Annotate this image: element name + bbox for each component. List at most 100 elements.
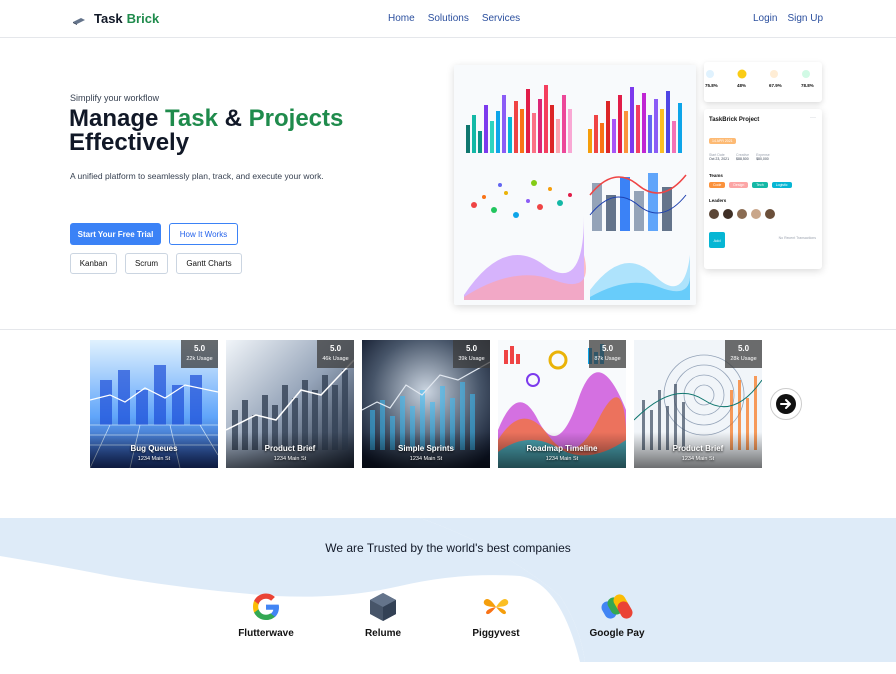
project-detail-card: TaskBrick Project ··· 14 APR 2021 Start … (704, 109, 822, 269)
stat-value-3: 67.9% (769, 83, 782, 88)
auth-links: Login Sign Up (753, 13, 823, 24)
card-title: Roadmap Timeline (526, 444, 598, 453)
leader-avatars (709, 209, 775, 219)
avatar[interactable] (737, 209, 747, 219)
stat-value-2: 48% (737, 83, 747, 88)
usage-count: 39k Usage (458, 356, 485, 362)
card-title: Product Brief (264, 444, 316, 453)
signup-link[interactable]: Sign Up (787, 13, 823, 24)
card-address: 1234 Main St (681, 456, 715, 462)
card-address: 1234 Main St (409, 456, 443, 462)
project-fields: Start Date Oct 23, 2021 Creative $88,500 E… (709, 153, 770, 161)
template-card[interactable]: 5.0 22k Usage Bug Queues 1234 Main St (90, 340, 218, 468)
brick-icon (72, 14, 86, 25)
hero-title-word2: Task (165, 105, 218, 132)
wave-background (0, 518, 896, 674)
avatar[interactable] (765, 209, 775, 219)
usage-count: 46k Usage (322, 356, 349, 362)
rating-badge: 5.0 46k Usage (317, 340, 354, 368)
company-name: Flutterwave (238, 628, 294, 639)
no-transactions-text: No Recent Transactions (778, 236, 816, 240)
google-g-icon (253, 593, 279, 620)
section-divider (0, 329, 896, 330)
avatar[interactable] (723, 209, 733, 219)
company-name: Relume (364, 628, 402, 639)
company-logo-flutterwave: Flutterwave (221, 591, 311, 639)
rating-value: 5.0 (193, 344, 206, 353)
card-title: Product Brief (672, 444, 724, 453)
rating-badge: 5.0 28k Usage (725, 340, 762, 368)
company-name: Google Pay (589, 628, 645, 639)
hero-title: Manage Task & Projects Effectively (69, 107, 399, 155)
card-address: 1234 Main St (545, 456, 579, 462)
cube-icon (370, 593, 396, 621)
brand-name-part1: Task (94, 11, 123, 26)
company-logo-google-pay: Google Pay (572, 591, 662, 639)
project-date-badge: 14 APR 2021 (709, 138, 736, 144)
rating-badge: 5.0 39k Usage (453, 340, 490, 368)
avatar[interactable] (709, 209, 719, 219)
nav-link-home[interactable]: Home (388, 13, 415, 24)
hero-title-word1: Manage (69, 105, 159, 132)
carousel-next-button[interactable] (770, 388, 802, 420)
hero-title-line2: Effectively (69, 129, 190, 156)
nav-links: Home Solutions Services (388, 13, 520, 24)
company-name: Piggyvest (472, 628, 520, 639)
nav-link-services[interactable]: Services (482, 13, 520, 24)
how-it-works-button[interactable]: How It Works (169, 223, 238, 245)
top-navbar: Task Brick Home Solutions Services Login… (0, 0, 896, 38)
arrow-right-icon (776, 394, 796, 414)
usage-count: 22k Usage (186, 356, 213, 362)
hero-title-amp: & (224, 105, 242, 132)
teams-label: Teams (709, 173, 723, 178)
project-menu-icon[interactable]: ··· (810, 115, 816, 121)
rating-value: 5.0 (601, 344, 614, 353)
stats-summary-card: 75.8% 48% 67.9% 78.8% (704, 62, 822, 102)
template-card[interactable]: 5.0 28k Usage Product Brief 1234 Main St (634, 340, 762, 468)
hero-title-word3: Projects (248, 105, 344, 132)
team-tag[interactable]: Tech (752, 182, 768, 188)
team-tag[interactable]: Design (729, 182, 749, 188)
dashboard-collage-image (454, 65, 696, 305)
template-card[interactable]: 5.0 87k Usage Roadmap Timeline 1234 Main… (498, 340, 626, 468)
butterfly-icon (483, 599, 509, 615)
usage-count: 87k Usage (594, 356, 621, 362)
field-value: Oct 23, 2021 (709, 157, 730, 161)
google-pay-icon (601, 594, 633, 619)
card-title: Simple Sprints (397, 444, 454, 453)
stat-value-1: 75.8% (705, 83, 718, 88)
chip-scrum[interactable]: Scrum (125, 253, 168, 274)
rating-value: 5.0 (465, 344, 478, 353)
team-tags: Code Design Tech Logistic (709, 182, 792, 188)
stat-value-4: 78.8% (801, 83, 814, 88)
chip-gantt-charts[interactable]: Gantt Charts (176, 253, 242, 274)
card-address: 1234 Main St (273, 456, 307, 462)
brand-name-part2: Brick (126, 11, 160, 26)
login-link[interactable]: Login (753, 13, 777, 24)
field-value: $88,500 (736, 157, 749, 161)
card-address: 1234 Main St (137, 456, 171, 462)
template-card[interactable]: 5.0 46k Usage Product Brief 1234 Main St (226, 340, 354, 468)
trusted-heading: We are Trusted by the world's best compa… (325, 541, 571, 555)
start-free-trial-button[interactable]: Start Your Free Trial (70, 223, 161, 245)
card-title: Bug Queues (130, 444, 178, 453)
template-card[interactable]: 5.0 39k Usage Simple Sprints 1234 Main S… (362, 340, 490, 468)
rating-badge: 5.0 22k Usage (181, 340, 218, 368)
usage-count: 28k Usage (730, 356, 757, 362)
chip-kanban[interactable]: Kanban (70, 253, 117, 274)
rating-value: 5.0 (737, 344, 750, 353)
hero-description: A unified platform to seamlessly plan, t… (70, 171, 324, 181)
brand-logo[interactable]: Task Brick (72, 11, 159, 26)
hero-subtitle: Simplify your workflow (70, 93, 160, 103)
rating-value: 5.0 (329, 344, 342, 353)
nav-link-solutions[interactable]: Solutions (428, 13, 469, 24)
team-tag[interactable]: Code (709, 182, 726, 188)
field-value: $80,000 (756, 157, 769, 161)
company-logo-piggyvest: Piggyvest (451, 591, 541, 639)
add-button[interactable]: Add (709, 232, 725, 248)
rating-badge: 5.0 87k Usage (589, 340, 626, 368)
project-title: TaskBrick Project (709, 117, 760, 123)
avatar[interactable] (751, 209, 761, 219)
company-logo-relume: Relume (338, 591, 428, 639)
team-tag[interactable]: Logistic (771, 182, 792, 188)
